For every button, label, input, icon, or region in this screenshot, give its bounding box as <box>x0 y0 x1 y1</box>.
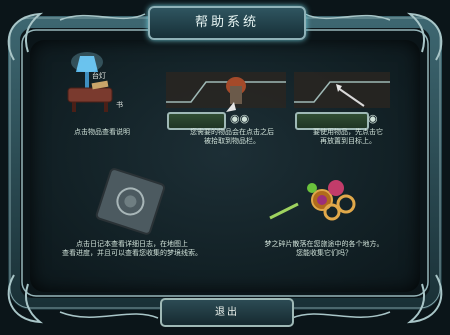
exit-button-label: 退出 <box>215 307 239 318</box>
page-title: 帮助系统 <box>194 15 259 30</box>
inventory-slot-icons-2: ◉ <box>368 112 378 125</box>
exit-button[interactable]: 退出 <box>160 298 294 327</box>
title-plate: 帮助系统 <box>148 6 306 40</box>
lamp-label: 台灯 <box>92 72 106 80</box>
dream-fragments-illustration <box>269 180 356 221</box>
caption-use: 要使用物品，先点击它 再放置到目标上。 <box>313 128 383 145</box>
caption-fragments: 梦之碎片散落在您旅途中的各个地方。 您能收集它们吗？ <box>264 240 384 257</box>
inventory-slot-icons: ◉◉ <box>230 112 250 125</box>
caption-pickup: 您需要的物品会在点击之后 被拾取到物品栏。 <box>190 128 274 145</box>
journal-illustration <box>95 168 166 235</box>
caption-journal: 点击日记本查看详细日志，在地图上 查看进度，并且可以查看您收集的梦境线索。 <box>62 240 202 257</box>
caption-examine: 点击物品查看说明 <box>74 128 130 136</box>
book-label: 书 <box>116 101 123 109</box>
